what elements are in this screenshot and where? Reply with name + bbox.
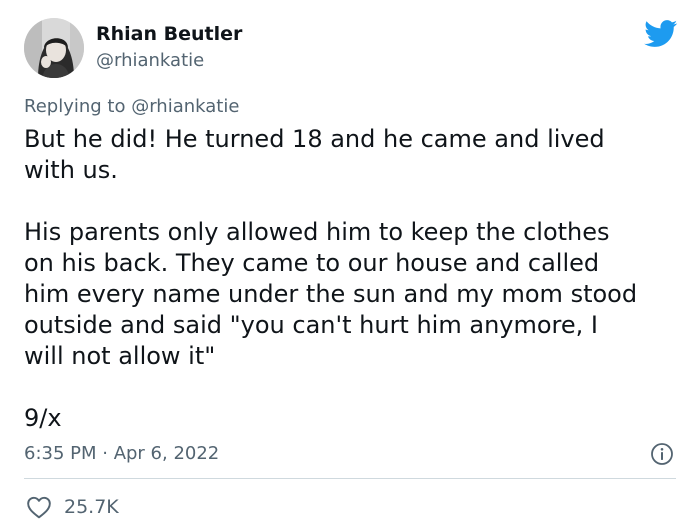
avatar[interactable]	[24, 18, 84, 78]
like-count[interactable]: 25.7K	[64, 496, 119, 518]
tweet-thread-counter: 9/x	[24, 404, 62, 432]
heart-icon[interactable]	[26, 495, 52, 519]
replying-to: Replying to @rhiankatie	[24, 96, 239, 117]
replying-label: Replying to	[24, 96, 132, 117]
tweet-text-line: with us.	[24, 156, 118, 184]
tweet-text-line: him every name under the sun and my mom …	[24, 280, 638, 308]
divider	[24, 478, 676, 479]
tweet-text-line: outside and said "you can't hurt him any…	[24, 311, 598, 339]
replying-mention-link[interactable]: @rhiankatie	[131, 96, 239, 117]
tweet-text-line: His parents only allowed him to keep the…	[24, 218, 610, 246]
author-handle[interactable]: @rhiankatie	[96, 50, 204, 71]
info-icon[interactable]	[650, 442, 674, 466]
twitter-bird-icon[interactable]	[644, 20, 678, 48]
tweet-text-line: on his back. They came to our house and …	[24, 249, 600, 277]
tweet-text-line: But he did! He turned 18 and he came and…	[24, 125, 605, 153]
tweet-text-line: will not allow it"	[24, 342, 216, 370]
tweet-text: But he did! He turned 18 and he came and…	[24, 124, 676, 434]
avatar-image	[24, 18, 84, 78]
tweet-timestamp[interactable]: 6:35 PM · Apr 6, 2022	[24, 443, 219, 464]
author-display-name[interactable]: Rhian Beutler	[96, 23, 242, 45]
